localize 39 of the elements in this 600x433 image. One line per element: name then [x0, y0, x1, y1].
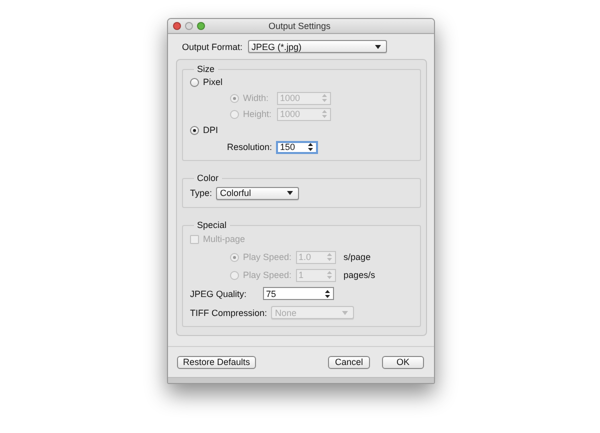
dropdown-arrow-icon [374, 44, 381, 48]
field-label: JPEG Quality: [190, 288, 248, 298]
field-label: Type: [190, 188, 212, 198]
window-title: Output Settings [267, 21, 332, 31]
option-label: Pixel [203, 77, 223, 87]
stepper-arrows-icon [326, 253, 332, 261]
dropdown-arrow-icon [287, 191, 294, 195]
option-label: Play Speed: [243, 270, 292, 280]
dropdown-arrow-icon [342, 310, 348, 314]
zoom-button[interactable] [197, 22, 205, 30]
field-label: Output Format: [182, 42, 243, 52]
dialog-button[interactable]: Restore Defaults [177, 356, 256, 369]
minimize-button[interactable] [185, 22, 193, 30]
option-label: Play Speed: [243, 252, 292, 262]
stepper-field[interactable]: 75 [263, 287, 334, 300]
unit-label: pages/s [344, 270, 376, 280]
stepper-arrows-icon [322, 94, 327, 102]
group-title: Size [196, 64, 216, 74]
stepper-arrows-icon [322, 110, 327, 118]
option-label: Width: [243, 93, 270, 103]
dialog-button[interactable]: Cancel [328, 356, 370, 369]
stepper-field[interactable]: 150 [276, 140, 318, 154]
option-label: DPI [203, 125, 218, 135]
unit-label: s/page [344, 252, 371, 262]
close-button[interactable] [173, 22, 181, 30]
stepper-arrows-icon [326, 271, 332, 279]
stepper-arrows-icon [308, 143, 314, 151]
field-label: TIFF Compression: [190, 308, 268, 318]
dropdown[interactable]: Colorful [216, 186, 300, 200]
option-label: Multi-page [203, 234, 246, 244]
radio-button[interactable] [190, 126, 199, 134]
dialog-button[interactable]: OK [382, 356, 424, 369]
dropdown[interactable]: JPEG (*.jpg) [248, 40, 387, 53]
radio-button[interactable] [190, 78, 199, 86]
stepper-arrows-icon [325, 290, 330, 298]
field-label: Resolution: [227, 142, 272, 152]
group-title: Special [196, 220, 228, 230]
group-title: Color [196, 173, 220, 183]
option-label: Height: [243, 109, 273, 119]
